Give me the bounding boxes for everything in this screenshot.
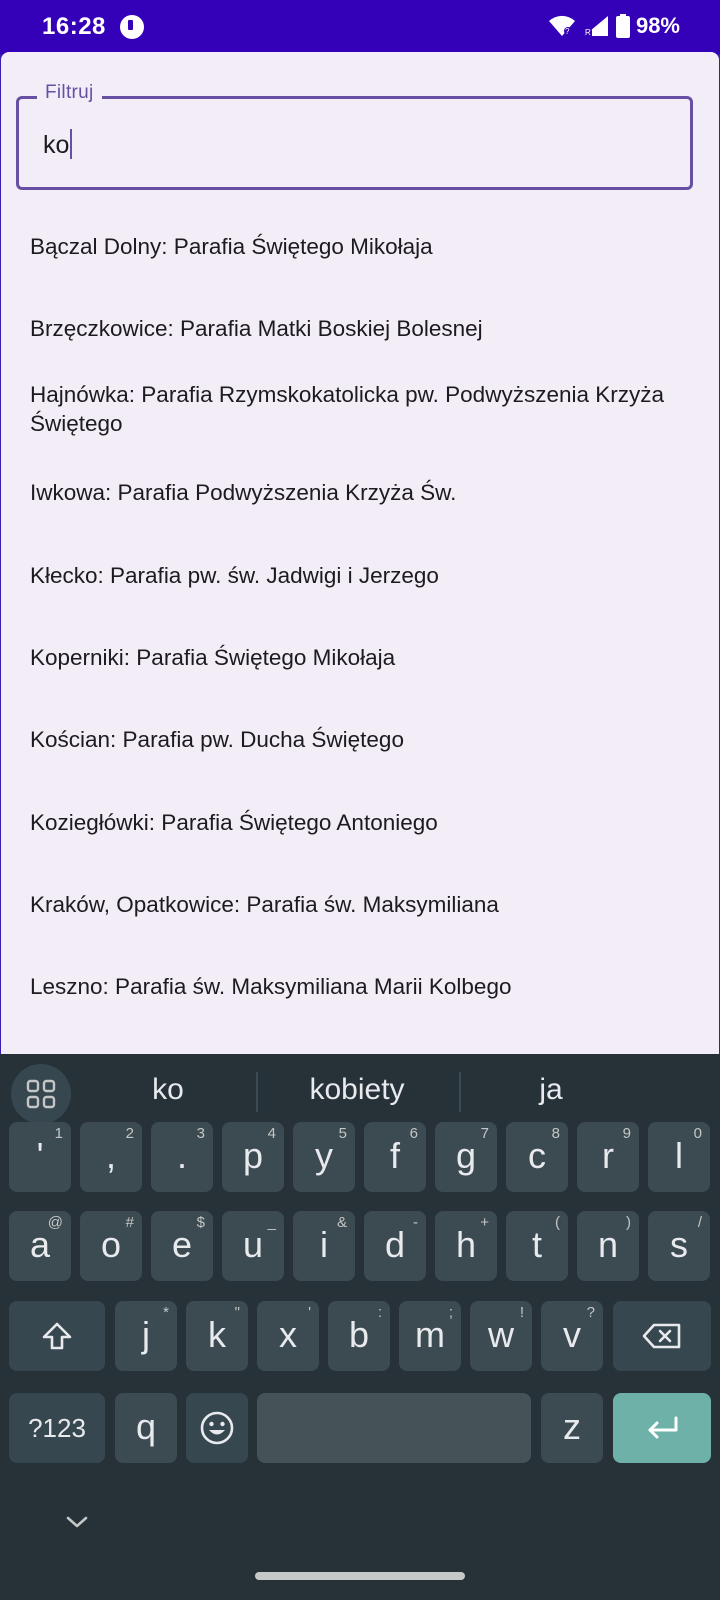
shift-key[interactable] [9, 1301, 105, 1371]
list-item[interactable]: Kraków, Opatkowice: Parafia św. Maksymil… [30, 890, 670, 919]
emoji-key[interactable] [186, 1393, 248, 1463]
backspace-icon [642, 1323, 681, 1349]
key[interactable]: f6 [364, 1122, 426, 1192]
svg-text:R: R [585, 28, 591, 37]
key[interactable]: d- [364, 1211, 426, 1281]
enter-icon [648, 1416, 678, 1439]
list-item[interactable]: Koziegłówki: Parafia Świętego Antoniego [30, 808, 670, 837]
key[interactable]: m; [399, 1301, 461, 1371]
shift-icon [42, 1322, 72, 1350]
filter-label: Filtruj [37, 82, 102, 104]
key[interactable]: .3 [151, 1122, 213, 1192]
enter-key[interactable] [613, 1393, 711, 1463]
list-item[interactable]: Leszno: Parafia św. Maksymiliana Marii K… [30, 972, 670, 1001]
gesture-navigation-handle[interactable] [255, 1572, 465, 1580]
app-notification-icon [120, 15, 144, 39]
key[interactable]: c8 [506, 1122, 568, 1192]
key[interactable]: b: [328, 1301, 390, 1371]
key[interactable]: r9 [577, 1122, 639, 1192]
key[interactable]: k " [186, 1301, 248, 1371]
key[interactable]: g7 [435, 1122, 497, 1192]
list-item[interactable]: Brzęczkowice: Parafia Matki Boskiej Bole… [30, 314, 670, 343]
symbols-key[interactable]: ?123 [9, 1393, 105, 1463]
key[interactable]: o # [80, 1211, 142, 1281]
key[interactable]: e $ [151, 1211, 213, 1281]
key[interactable]: a @ [9, 1211, 71, 1281]
suggestion-divider [256, 1072, 258, 1112]
list-item[interactable]: Hajnówka: Parafia Rzymskokatolicka pw. P… [30, 380, 670, 438]
key[interactable]: q [115, 1393, 177, 1463]
key[interactable]: t( [506, 1211, 568, 1281]
wifi-icon: ? [548, 15, 575, 36]
list-item[interactable]: Iwkowa: Parafia Podwyższenia Krzyża Św. [30, 478, 670, 507]
status-time: 16:28 [42, 13, 106, 40]
key[interactable]: x ' [257, 1301, 319, 1371]
apps-grid-icon [26, 1079, 56, 1109]
key[interactable]: s / [648, 1211, 710, 1281]
list-item[interactable]: Kłecko: Parafia pw. św. Jadwigi i Jerzeg… [30, 561, 670, 590]
text-cursor [70, 129, 73, 159]
status-icons: ? R 98% [548, 13, 680, 39]
key[interactable]: l0 [648, 1122, 710, 1192]
svg-text:?: ? [565, 27, 570, 36]
filter-sheet: Filtruj ko Bączal Dolny: Parafia Święteg… [1, 52, 719, 1054]
list-item[interactable]: Koperniki: Parafia Świętego Mikołaja [30, 643, 670, 672]
hide-keyboard-chevron-icon[interactable] [64, 1514, 90, 1530]
emoji-icon [200, 1411, 234, 1445]
key[interactable]: n) [577, 1211, 639, 1281]
key[interactable]: h + [435, 1211, 497, 1281]
filter-input[interactable]: Filtruj ko [16, 82, 693, 190]
list-item[interactable]: Bączal Dolny: Parafia Świętego Mikołaja [30, 232, 670, 261]
key[interactable]: i & [293, 1211, 355, 1281]
status-bar: 16:28 ? R 98% [0, 0, 720, 54]
battery-percentage: 98% [635, 13, 680, 38]
soft-keyboard: ko kobiety ja ' 1 ,2 .3 p4 y5 f6 g7 c8 r9… [0, 1054, 720, 1600]
key[interactable]: ' 1 [9, 1122, 71, 1192]
key[interactable]: v? [541, 1301, 603, 1371]
key[interactable]: ,2 [80, 1122, 142, 1192]
filter-value: ko [43, 129, 73, 160]
space-key[interactable] [257, 1393, 531, 1463]
keyboard-menu-button[interactable] [11, 1064, 71, 1124]
suggestion-1[interactable]: ko [84, 1070, 252, 1110]
battery-icon [615, 14, 630, 38]
key[interactable]: z [541, 1393, 603, 1463]
key[interactable]: p4 [222, 1122, 284, 1192]
suggestion-3[interactable]: ja [466, 1070, 636, 1110]
key[interactable]: j * [115, 1301, 177, 1371]
key[interactable]: u _ [222, 1211, 284, 1281]
key[interactable]: y5 [293, 1122, 355, 1192]
key[interactable]: w! [470, 1301, 532, 1371]
suggestion-2[interactable]: kobiety [262, 1070, 452, 1110]
backspace-key[interactable] [613, 1301, 711, 1371]
cellular-signal-icon: R [583, 16, 608, 37]
suggestion-divider [459, 1072, 461, 1112]
list-item[interactable]: Kościan: Parafia pw. Ducha Świętego [30, 725, 670, 754]
